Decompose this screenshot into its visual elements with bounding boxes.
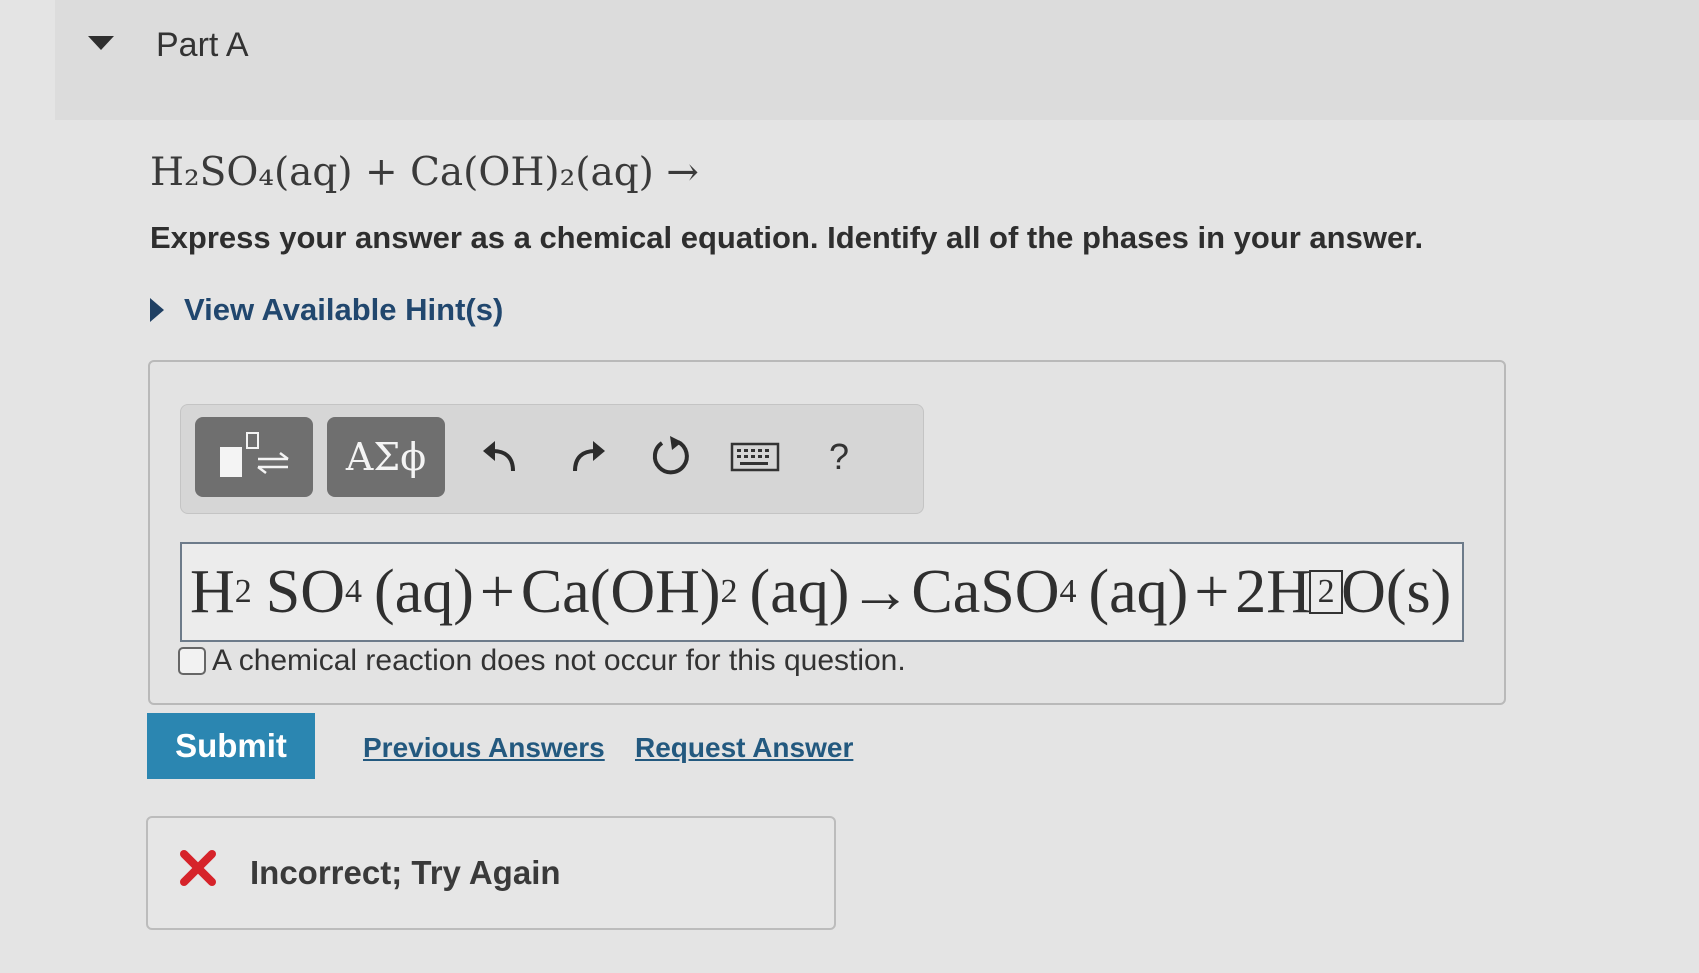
answer-token: SO [265, 557, 346, 626]
answer-subscript: 4 [345, 573, 363, 610]
help-button[interactable]: ? [809, 427, 869, 487]
answer-token: (aq) [749, 557, 850, 626]
request-answer-link[interactable]: Request Answer [635, 732, 853, 764]
reset-button[interactable] [641, 427, 701, 487]
keyboard-button[interactable] [725, 427, 785, 487]
feedback-message: Incorrect; Try Again [250, 854, 561, 891]
answer-token: Ca(OH) [520, 557, 721, 626]
keyboard-icon [730, 442, 780, 472]
no-reaction-checkbox[interactable] [178, 647, 206, 675]
feedback-panel: Incorrect; Try Again [146, 816, 836, 930]
answer-token: (aq) [1088, 557, 1189, 626]
view-hints-link[interactable]: View Available Hint(s) [184, 292, 503, 328]
answer-token: O(s) [1341, 557, 1452, 626]
incorrect-x-icon [180, 850, 216, 886]
answer-token: + [479, 557, 515, 626]
collapse-triangle-icon[interactable] [88, 36, 114, 50]
answer-panel: ΑΣϕ ? H 2 SO 4 (aq) + Ca(OH) 2 (aq) → Ca… [148, 360, 1506, 705]
undo-icon [483, 441, 515, 472]
answer-token: H [190, 557, 235, 626]
no-reaction-option[interactable]: A chemical reaction does not occur for t… [178, 644, 906, 678]
part-title: Part A [156, 26, 249, 64]
answer-subscript: 2 [234, 573, 252, 610]
templates-icon [220, 432, 289, 477]
math-toolbar: ΑΣϕ ? [180, 404, 924, 514]
answer-subscript: 2 [720, 573, 738, 610]
answer-token: (aq) [374, 557, 474, 626]
redo-icon [573, 441, 605, 472]
answer-token: 2H [1235, 557, 1312, 626]
hints-toggle[interactable]: View Available Hint(s) [150, 292, 503, 328]
answer-token: CaSO [911, 557, 1060, 626]
no-reaction-label: A chemical reaction does not occur for t… [212, 644, 906, 677]
submit-button[interactable]: Submit [147, 713, 315, 779]
answer-subscript: 4 [1059, 573, 1077, 610]
question-equation: H₂SO₄(aq) + Ca(OH)₂(aq) → [150, 150, 699, 195]
answer-token: + [1194, 557, 1230, 626]
previous-answers-link[interactable]: Previous Answers [363, 732, 605, 764]
answer-token: → [849, 557, 912, 626]
expand-triangle-icon [150, 298, 164, 322]
instructions: Express your answer as a chemical equati… [150, 220, 1424, 255]
answer-input[interactable]: H2 SO 4 (aq) + Ca(OH) 2 (aq) → CaSO 4 (aq) … [180, 542, 1464, 642]
cursor-placeholder-box[interactable]: 2 [1309, 570, 1344, 614]
part-header [55, 0, 1699, 120]
redo-button[interactable] [557, 427, 617, 487]
templates-button[interactable] [195, 417, 313, 497]
undo-button[interactable] [471, 427, 531, 487]
reset-icon [652, 436, 689, 475]
symbols-button[interactable]: ΑΣϕ [327, 417, 445, 497]
